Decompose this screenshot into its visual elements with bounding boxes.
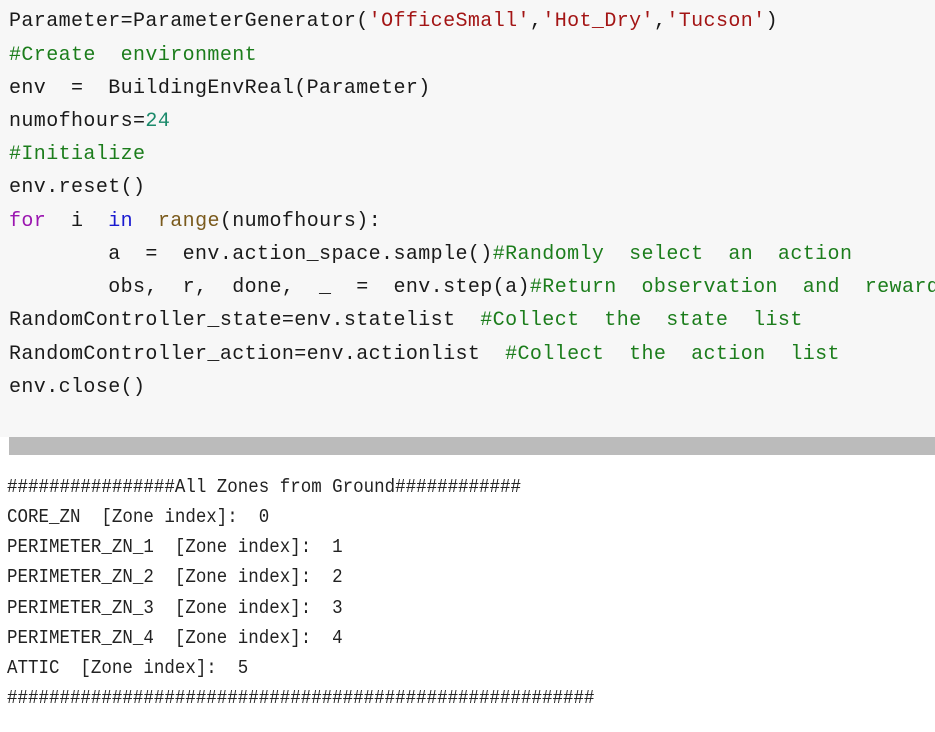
- code-token: RandomController_action=env.actionlist: [9, 343, 506, 366]
- zone-index-line: PERIMETER_ZN_1 [Zone index]: 1: [7, 536, 343, 558]
- code-token: RandomController_state=env.statelist: [9, 309, 481, 332]
- code-token-com: #Create environment: [9, 44, 258, 67]
- code-token: env = BuildingEnvReal(Parameter): [9, 77, 431, 100]
- code-token-kw: for: [9, 210, 47, 233]
- zone-index-line: PERIMETER_ZN_3 [Zone index]: 3: [7, 597, 343, 619]
- zone-index-line: ATTIC [Zone index]: 5: [7, 657, 249, 679]
- zone-index-line: PERIMETER_ZN_2 [Zone index]: 2: [7, 566, 343, 588]
- code-token-str: 'Tucson': [666, 10, 766, 33]
- code-token-com: #Randomly select an action: [492, 243, 853, 266]
- code-line: RandomController_action=env.actionlist #…: [9, 343, 840, 367]
- code-line: #Create environment: [9, 44, 257, 68]
- code-token: i: [46, 210, 109, 233]
- zone-index-line: CORE_ZN [Zone index]: 0: [7, 506, 270, 528]
- code-line: RandomController_state=env.statelist #Co…: [9, 309, 803, 333]
- code-line: obs, r, done, _ = env.step(a)#Return obs…: [9, 276, 935, 300]
- code-token-str: 'Hot_Dry': [542, 10, 654, 33]
- code-token: Parameter=ParameterGenerator(: [9, 10, 369, 33]
- code-token-bi: range: [157, 210, 220, 233]
- code-token-str: 'OfficeSmall': [368, 10, 530, 33]
- code-line: for i in range(numofhours):: [9, 210, 381, 234]
- code-token-com: #Collect the action list: [505, 343, 840, 366]
- code-token: env.reset(): [9, 176, 146, 199]
- code-token: ,: [653, 10, 667, 33]
- code-token: obs, r, done, _ = env.step(a): [9, 276, 530, 299]
- output-header-line: ################All Zones from Ground###…: [7, 476, 522, 498]
- code-line: #Initialize: [9, 143, 145, 167]
- code-token: a = env.action_space.sample(): [9, 243, 493, 266]
- code-token-num: 24: [145, 110, 171, 133]
- code-token: env.close(): [9, 376, 146, 399]
- code-line: numofhours=24: [9, 110, 170, 134]
- code-token-com: #Return observation and reward: [529, 276, 935, 299]
- code-token: ): [765, 10, 778, 33]
- code-token: (numofhours):: [219, 210, 382, 233]
- code-line: env.close(): [9, 376, 145, 400]
- output-footer-line: ########################################…: [7, 687, 595, 709]
- code-line: env = BuildingEnvReal(Parameter): [9, 77, 431, 101]
- code-token-com: #Collect the state list: [480, 309, 803, 332]
- code-line: env.reset(): [9, 176, 145, 200]
- code-cell[interactable]: Parameter=ParameterGenerator('OfficeSmal…: [0, 0, 935, 437]
- zone-index-line: PERIMETER_ZN_4 [Zone index]: 4: [7, 627, 343, 649]
- code-token: numofhours=: [9, 110, 146, 133]
- horizontal-scrollbar[interactable]: [9, 437, 935, 455]
- code-line: a = env.action_space.sample()#Randomly s…: [9, 243, 852, 267]
- code-line: Parameter=ParameterGenerator('OfficeSmal…: [9, 10, 778, 34]
- code-token: ,: [529, 10, 543, 33]
- code-token-com: #Initialize: [9, 143, 146, 166]
- code-token-kw2: in: [108, 210, 134, 233]
